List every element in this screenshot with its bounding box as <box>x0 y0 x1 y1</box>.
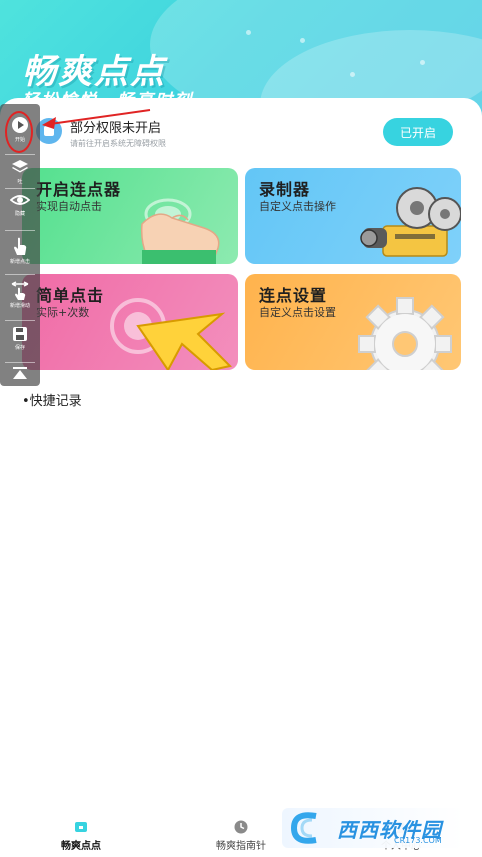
float-item-label: 保存 <box>14 345 25 351</box>
finger-tap-illustration <box>140 198 220 264</box>
film-projector-illustration <box>360 187 461 257</box>
swipe-icon <box>11 281 29 300</box>
tab-home[interactable]: 畅爽点点 <box>31 808 131 857</box>
float-divider <box>5 230 35 231</box>
float-item-label: 隐藏 <box>14 211 25 217</box>
float-item-label: 吐 <box>17 179 23 185</box>
gear-illustration <box>358 297 452 370</box>
tile-start-clicker[interactable]: 开启连点器 实现自动点击 <box>22 168 238 264</box>
tap-icon <box>14 237 27 255</box>
float-hide-button[interactable]: 隐藏 <box>0 192 40 232</box>
header-dot <box>350 72 355 77</box>
float-item-label: 新增点击 <box>9 259 30 265</box>
float-divider <box>5 362 35 363</box>
collapse-icon <box>13 367 27 379</box>
float-collapse-button[interactable] <box>0 366 40 384</box>
header-dot <box>300 38 305 43</box>
float-item-label: 新增滑动 <box>9 303 30 309</box>
float-divider <box>5 154 35 155</box>
layers-icon <box>12 160 28 173</box>
home-icon <box>75 822 87 832</box>
cursor-arrow-illustration <box>110 298 232 370</box>
header-dot <box>246 30 251 35</box>
permission-description: 请前往开启系统无障碍权限 <box>70 139 166 148</box>
tab-label: 畅爽指南针 <box>216 841 266 852</box>
watermark-url: CR173.COM <box>394 836 442 845</box>
tab-guide[interactable]: 畅爽指南针 <box>191 808 291 857</box>
quick-records-title: •快捷记录 <box>22 394 82 409</box>
clock-icon <box>234 820 248 834</box>
float-divider <box>5 188 35 189</box>
header-dot <box>420 60 425 65</box>
save-icon <box>13 327 27 341</box>
tab-label: 畅爽点点 <box>61 841 101 852</box>
pointer-arrow-annotation <box>42 109 151 129</box>
float-save-button[interactable]: 保存 <box>0 326 40 366</box>
permission-enabled-button[interactable]: 已开启 <box>383 118 453 146</box>
watermark-logo-icon <box>290 812 317 844</box>
tile-click-settings[interactable]: 连点设置 自定义点击设置 <box>245 274 461 370</box>
tile-simple-click[interactable]: 简单点击 实际+次数 <box>22 274 238 370</box>
eye-icon <box>10 195 30 205</box>
watermark-logo: 西西软件园 CR173.COM <box>282 808 464 848</box>
highlight-ring <box>5 111 33 153</box>
float-divider <box>5 320 35 321</box>
float-add-click-button[interactable]: 新增点击 <box>0 236 40 276</box>
tile-recorder[interactable]: 录制器 自定义点击操作 <box>245 168 461 264</box>
float-divider <box>5 274 35 275</box>
float-add-swipe-button[interactable]: 新增滑动 <box>0 280 40 320</box>
